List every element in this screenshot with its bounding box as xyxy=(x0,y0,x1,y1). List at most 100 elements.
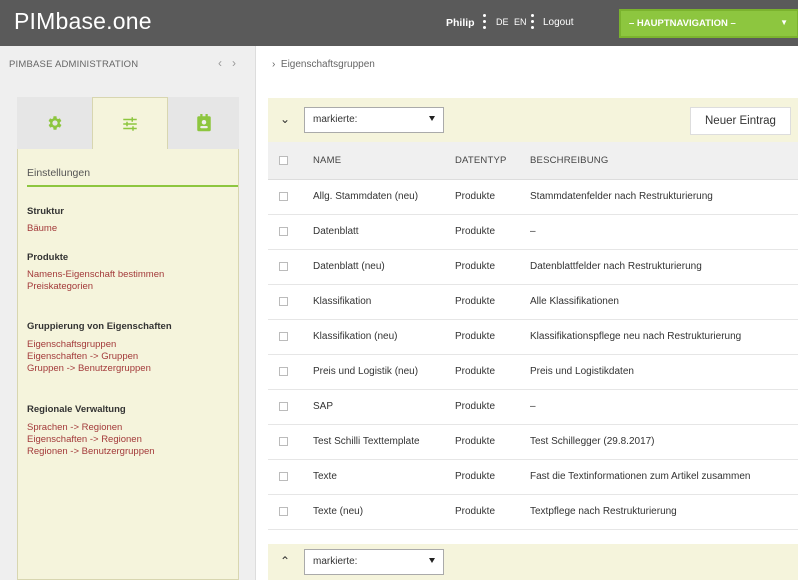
table-footer-toolbar: ⌃ markierte: xyxy=(268,544,798,580)
cell-name[interactable]: SAP xyxy=(300,389,449,425)
cell-name[interactable]: Klassifikation xyxy=(300,284,449,320)
cell-datentyp: Produkte xyxy=(449,424,524,460)
breadcrumb: › Eigenschaftsgruppen xyxy=(272,59,375,70)
table-toolbar: ⌄ markierte: Neuer Eintrag xyxy=(268,98,798,142)
cell-datentyp: Produkte xyxy=(449,389,524,425)
user-name[interactable]: Philip xyxy=(446,17,475,29)
new-entry-button[interactable]: Neuer Eintrag xyxy=(690,107,791,135)
table-row[interactable]: SAP Produkte – xyxy=(268,389,798,425)
chevron-right-icon[interactable]: › xyxy=(232,56,236,70)
breadcrumb-item[interactable]: Eigenschaftsgruppen xyxy=(281,59,375,70)
cell-name[interactable]: Preis und Logistik (neu) xyxy=(300,354,449,390)
sidebar-link-preiskategorien[interactable]: Preiskategorien xyxy=(27,281,93,292)
table-row[interactable]: Klassifikation Produkte Alle Klassifikatio… xyxy=(268,284,798,320)
column-header-beschreibung[interactable]: BESCHREIBUNG xyxy=(524,142,798,180)
sidebar-link-eigenschaftsgruppen[interactable]: Eigenschaftsgruppen xyxy=(27,339,116,350)
cell-beschreibung: Fast die Textinformationen zum Artikel z… xyxy=(524,459,798,495)
select-arrow-icon xyxy=(429,116,435,121)
table-row[interactable]: Allg. Stammdaten (neu) Produkte Stammdaten… xyxy=(268,179,798,215)
column-header-name[interactable]: NAME xyxy=(300,142,449,180)
cell-datentyp: Produkte xyxy=(449,354,524,390)
table-row[interactable]: Datenblatt Produkte – xyxy=(268,214,798,250)
cell-datentyp: Produkte xyxy=(449,494,524,530)
tab-users[interactable] xyxy=(168,97,239,149)
heading-divider xyxy=(27,185,238,187)
panel-heading: Einstellungen xyxy=(27,167,91,179)
section-title: Produkte xyxy=(27,252,69,263)
bulk-action-value: markierte: xyxy=(313,114,358,125)
sidebar-link-eigenschaften-gruppen[interactable]: Eigenschaften -> Gruppen xyxy=(27,351,138,362)
separator-dots xyxy=(483,14,486,30)
gear-icon xyxy=(48,116,62,130)
cell-datentyp: Produkte xyxy=(449,249,524,285)
section-title: Regionale Verwaltung xyxy=(27,404,126,415)
sliders-icon xyxy=(123,117,137,131)
select-all-checkbox[interactable] xyxy=(279,155,288,165)
table-row[interactable]: Texte (neu) Produkte Textpflege nach Restr… xyxy=(268,494,798,530)
chevron-left-icon[interactable]: ‹ xyxy=(218,56,222,70)
cell-datentyp: Produkte xyxy=(449,319,524,355)
cell-name[interactable]: Texte xyxy=(300,459,449,495)
table-header-row: NAME DATENTYP BESCHREIBUNG xyxy=(268,142,798,180)
language-en-link[interactable]: EN xyxy=(514,17,527,27)
chevron-down-icon[interactable]: ⌄ xyxy=(280,112,290,126)
cell-datentyp: Produkte xyxy=(449,179,524,215)
row-checkbox[interactable] xyxy=(279,331,288,341)
main-navigation-dropdown[interactable]: – HAUPTNAVIGATION – ▼ xyxy=(619,9,798,38)
row-checkbox[interactable] xyxy=(279,471,288,481)
cell-beschreibung: Datenblattfelder nach Restrukturierung xyxy=(524,249,798,285)
top-header: PIMbase.one Philip DE EN Logout – HAUPTN… xyxy=(0,0,798,46)
caret-down-icon: ▼ xyxy=(780,18,788,27)
chevron-up-icon[interactable]: ⌃ xyxy=(280,554,290,568)
cell-beschreibung: – xyxy=(524,389,798,425)
cell-beschreibung: Test Schillegger (29.8.2017) xyxy=(524,424,798,460)
main-navigation-label: – HAUPTNAVIGATION – xyxy=(629,18,736,29)
row-checkbox[interactable] xyxy=(279,191,288,201)
sidebar-link-sprachen-regionen[interactable]: Sprachen -> Regionen xyxy=(27,422,122,433)
sidebar-link-namens-eigenschaft[interactable]: Namens-Eigenschaft bestimmen xyxy=(27,269,164,280)
tab-settings[interactable] xyxy=(17,97,93,149)
table-row[interactable]: Preis und Logistik (neu) Produkte Preis un… xyxy=(268,354,798,390)
cell-name[interactable]: Test Schilli Texttemplate xyxy=(300,424,449,460)
sidebar-link-regionen-benutzergruppen[interactable]: Regionen -> Benutzergruppen xyxy=(27,446,155,457)
row-checkbox[interactable] xyxy=(279,261,288,271)
sidebar-link-eigenschaften-regionen[interactable]: Eigenschaften -> Regionen xyxy=(27,434,142,445)
cell-name[interactable]: Allg. Stammdaten (neu) xyxy=(300,179,449,215)
logout-link[interactable]: Logout xyxy=(543,17,574,28)
bulk-action-select-bottom[interactable]: markierte: xyxy=(304,549,444,575)
cell-name[interactable]: Klassifikation (neu) xyxy=(300,319,449,355)
cell-beschreibung: Klassifikationspflege neu nach Restruktu… xyxy=(524,319,798,355)
table-row[interactable]: Datenblatt (neu) Produkte Datenblattfelder… xyxy=(268,249,798,285)
sidebar-title: PIMBASE ADMINISTRATION xyxy=(9,59,139,70)
settings-panel: Einstellungen Struktur Bäume Produkte Na… xyxy=(17,149,239,580)
row-checkbox[interactable] xyxy=(279,436,288,446)
sidebar-link-gruppen-benutzergruppen[interactable]: Gruppen -> Benutzergruppen xyxy=(27,363,151,374)
section-title: Struktur xyxy=(27,206,64,217)
cell-beschreibung: Preis und Logistikdaten xyxy=(524,354,798,390)
table-row[interactable]: Klassifikation (neu) Produkte Klassifikati… xyxy=(268,319,798,355)
cell-beschreibung: Alle Klassifikationen xyxy=(524,284,798,320)
bulk-action-select[interactable]: markierte: xyxy=(304,107,444,133)
sidebar: PIMBASE ADMINISTRATION ‹ › Einstellungen… xyxy=(0,46,256,580)
row-checkbox[interactable] xyxy=(279,401,288,411)
bulk-action-value: markierte: xyxy=(313,556,358,567)
language-de-link[interactable]: DE xyxy=(496,17,509,27)
tab-properties[interactable] xyxy=(92,97,168,150)
sidebar-tabs xyxy=(17,97,239,150)
row-checkbox[interactable] xyxy=(279,226,288,236)
cell-beschreibung: Textpflege nach Restrukturierung xyxy=(524,494,798,530)
sidebar-collapse-arrows[interactable]: ‹ › xyxy=(218,56,236,70)
table-row[interactable]: Test Schilli Texttemplate Produkte Test Sc… xyxy=(268,424,798,460)
column-header-datentyp[interactable]: DATENTYP xyxy=(449,142,524,180)
cell-name[interactable]: Datenblatt xyxy=(300,214,449,250)
cell-name[interactable]: Datenblatt (neu) xyxy=(300,249,449,285)
cell-name[interactable]: Texte (neu) xyxy=(300,494,449,530)
row-checkbox[interactable] xyxy=(279,296,288,306)
sidebar-link-baeume[interactable]: Bäume xyxy=(27,223,57,234)
user-badge-icon xyxy=(196,114,211,132)
app-logo[interactable]: PIMbase.one xyxy=(14,8,152,35)
row-checkbox[interactable] xyxy=(279,506,288,516)
row-checkbox[interactable] xyxy=(279,366,288,376)
cell-datentyp: Produkte xyxy=(449,459,524,495)
table-row[interactable]: Texte Produkte Fast die Textinformationen … xyxy=(268,459,798,495)
